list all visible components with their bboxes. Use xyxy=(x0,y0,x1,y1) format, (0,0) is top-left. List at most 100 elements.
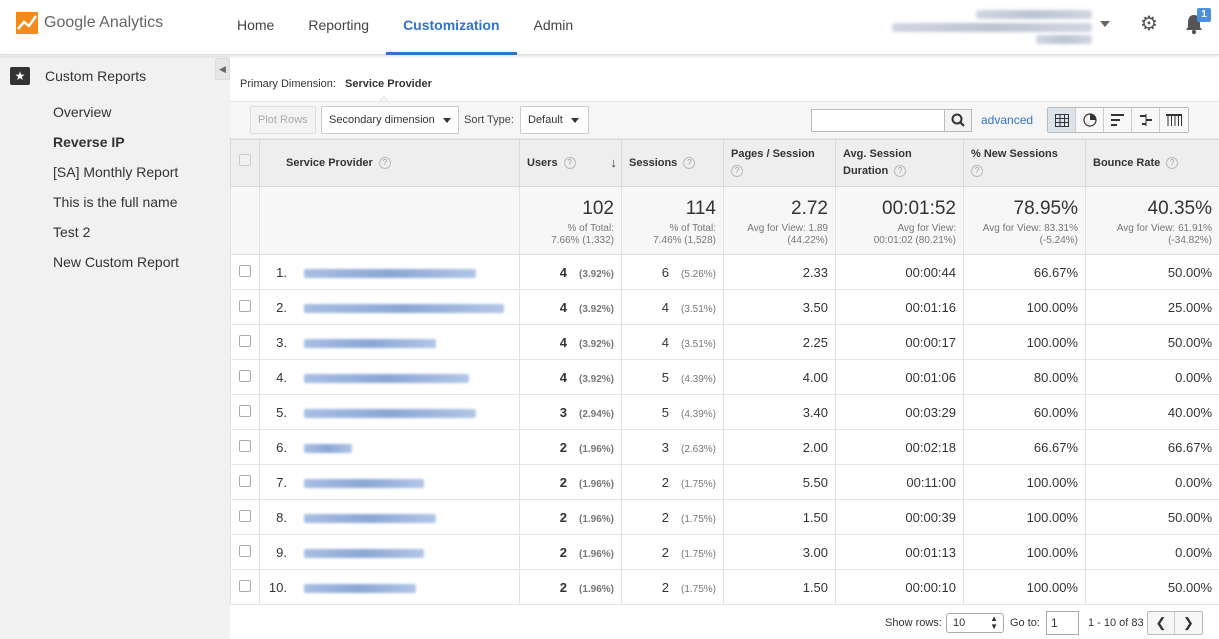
row-checkbox[interactable] xyxy=(239,439,251,452)
gear-icon[interactable]: ⚙ xyxy=(1139,14,1159,34)
help-icon[interactable]: ? xyxy=(894,165,907,178)
goto-page-input[interactable]: 1 xyxy=(1046,611,1079,635)
users-percent: (1.96%) xyxy=(578,478,614,490)
advanced-filter-link[interactable]: advanced xyxy=(981,113,1033,127)
new-sessions-header[interactable]: % New Sessions? xyxy=(963,139,1086,187)
show-rows-select[interactable]: 10 ▲ ▼ xyxy=(946,613,1004,633)
row-checkbox[interactable] xyxy=(239,264,251,277)
previous-page-button[interactable]: ❮ xyxy=(1148,612,1175,634)
secondary-dimension-dropdown[interactable]: Secondary dimension xyxy=(321,106,459,134)
nav-customization[interactable]: Customization xyxy=(386,0,517,55)
table-row[interactable]: 8. 2 (1.96%) 2 (1.75%) 1.50 00:00:39 100.00% 50.… xyxy=(230,499,1219,535)
help-icon[interactable]: ? xyxy=(378,156,391,169)
service-provider-link[interactable] xyxy=(304,373,469,383)
avg-session-duration-cell: 00:02:18 xyxy=(835,429,964,465)
help-icon[interactable]: ? xyxy=(971,165,983,178)
users-header[interactable]: Users? ↓ xyxy=(519,139,622,187)
table-search-input[interactable] xyxy=(811,109,945,132)
table-row[interactable]: 5. 3 (2.94%) 5 (4.39%) 3.40 00:03:29 60.00% 40.0… xyxy=(230,394,1219,430)
table-row[interactable]: 6. 2 (1.96%) 3 (2.63%) 2.00 00:02:18 66.67% 66.6… xyxy=(230,429,1219,465)
pivot-view-button[interactable] xyxy=(1160,108,1188,132)
sessions-cell: 2 (1.75%) xyxy=(621,534,724,570)
table-row[interactable]: 7. 2 (1.96%) 2 (1.75%) 5.50 00:11:00 100.00% 0.0… xyxy=(230,464,1219,500)
service-provider-link[interactable] xyxy=(304,338,436,348)
help-icon[interactable]: ? xyxy=(731,165,743,178)
users-value: 3 xyxy=(559,404,567,420)
avg-session-duration-cell: 00:00:10 xyxy=(835,569,964,605)
service-provider-link[interactable] xyxy=(304,513,436,523)
collapse-sidebar-button[interactable]: ◀ xyxy=(215,58,230,80)
row-checkbox[interactable] xyxy=(239,334,251,347)
table-row[interactable]: 9. 2 (1.96%) 2 (1.75%) 3.00 00:01:13 100.00% 0.0… xyxy=(230,534,1219,570)
bounce-rate-header[interactable]: Bounce Rate? xyxy=(1085,139,1219,187)
users-value: 4 xyxy=(559,299,567,315)
row-checkbox[interactable] xyxy=(239,299,251,312)
pages-per-session-cell: 5.50 xyxy=(723,464,836,500)
help-icon[interactable]: ? xyxy=(683,156,696,169)
sidebar-item-test-2[interactable]: Test 2 xyxy=(53,222,179,252)
new-sessions-header-label: % New Sessions xyxy=(971,148,1058,160)
select-all-checkbox[interactable] xyxy=(239,154,251,166)
row-checkbox[interactable] xyxy=(239,509,251,522)
service-provider-link[interactable] xyxy=(304,443,352,453)
plot-rows-button[interactable]: Plot Rows xyxy=(250,106,316,134)
sessions-header[interactable]: Sessions? xyxy=(621,139,724,187)
users-percent: (3.92%) xyxy=(578,268,614,280)
logo[interactable]: Google Analytics xyxy=(16,12,163,34)
row-checkbox[interactable] xyxy=(239,404,251,417)
account-dropdown-icon[interactable] xyxy=(1100,21,1110,27)
sessions-value: 2 xyxy=(661,544,669,560)
sessions-percent: (1.75%) xyxy=(680,513,716,525)
show-rows-label: Show rows: xyxy=(885,617,942,629)
sidebar-item-new-custom-report[interactable]: New Custom Report xyxy=(53,252,179,282)
service-provider-link[interactable] xyxy=(304,478,424,488)
table-row[interactable]: 1. 4 (3.92%) 6 (5.26%) 2.33 00:00:44 66.67% 50.0… xyxy=(230,254,1219,290)
service-provider-cell: 2. xyxy=(259,289,520,325)
row-checkbox[interactable] xyxy=(239,579,251,592)
search-icon xyxy=(951,113,965,127)
avg-session-duration-header[interactable]: Avg. Session Duration? xyxy=(835,139,964,187)
primary-dimension-value[interactable]: Service Provider xyxy=(345,78,432,90)
table-row[interactable]: 4. 4 (3.92%) 5 (4.39%) 4.00 00:01:06 80.00% 0.00… xyxy=(230,359,1219,395)
help-icon[interactable]: ? xyxy=(1166,156,1179,169)
sort-type-dropdown[interactable]: Default xyxy=(520,106,589,134)
service-provider-header[interactable]: Service Provider? xyxy=(259,139,520,187)
sidebar-item-overview[interactable]: Overview xyxy=(53,102,179,132)
sidebar-item-monthly-report[interactable]: [SA] Monthly Report xyxy=(53,162,179,192)
service-provider-link[interactable] xyxy=(304,268,476,278)
new-sessions-cell: 100.00% xyxy=(963,569,1086,605)
sessions-value: 5 xyxy=(661,369,669,385)
comparison-view-button[interactable] xyxy=(1132,108,1160,132)
row-checkbox[interactable] xyxy=(239,544,251,557)
pages-per-session-header[interactable]: Pages / Session? xyxy=(723,139,836,187)
service-provider-link[interactable] xyxy=(304,303,504,313)
new-sessions-cell: 100.00% xyxy=(963,324,1086,360)
pie-view-button[interactable] xyxy=(1076,108,1104,132)
sidebar-header[interactable]: ★ Custom Reports xyxy=(10,67,146,85)
bounce-rate-cell: 25.00% xyxy=(1085,289,1219,325)
nav-admin[interactable]: Admin xyxy=(517,0,591,55)
users-cell: 2 (1.96%) xyxy=(519,534,622,570)
performance-view-button[interactable] xyxy=(1104,108,1132,132)
sidebar-item-reverse-ip[interactable]: Reverse IP xyxy=(53,132,179,162)
table-view-toggle xyxy=(1047,107,1189,133)
next-page-button[interactable]: ❯ xyxy=(1175,612,1202,634)
new-sessions-cell: 100.00% xyxy=(963,499,1086,535)
data-table-view-button[interactable] xyxy=(1048,108,1076,132)
new-sessions-cell: 66.67% xyxy=(963,429,1086,465)
search-button[interactable] xyxy=(944,109,972,132)
help-icon[interactable]: ? xyxy=(563,156,576,169)
row-checkbox[interactable] xyxy=(239,369,251,382)
sidebar-item-full-name[interactable]: This is the full name xyxy=(53,192,179,222)
service-provider-link[interactable] xyxy=(304,548,424,558)
row-checkbox[interactable] xyxy=(239,474,251,487)
service-provider-link[interactable] xyxy=(304,583,416,593)
table-row[interactable]: 10. 2 (1.96%) 2 (1.75%) 1.50 00:00:10 100.00% 50… xyxy=(230,569,1219,605)
nav-reporting[interactable]: Reporting xyxy=(291,0,386,55)
users-percent: (2.94%) xyxy=(578,408,614,420)
table-row[interactable]: 3. 4 (3.92%) 4 (3.51%) 2.25 00:00:17 100.00% 50.… xyxy=(230,324,1219,360)
nav-home[interactable]: Home xyxy=(220,0,291,55)
table-row[interactable]: 2. 4 (3.92%) 4 (3.51%) 3.50 00:01:16 100.00% 25.… xyxy=(230,289,1219,325)
account-selector[interactable] xyxy=(888,8,1094,46)
service-provider-link[interactable] xyxy=(304,408,476,418)
